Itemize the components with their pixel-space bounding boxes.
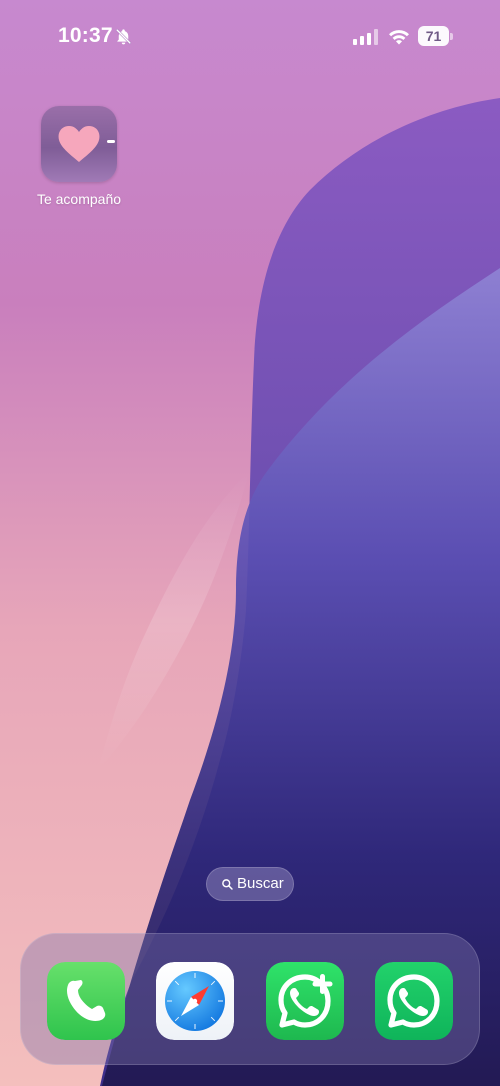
battery-cap (450, 33, 453, 40)
dock-app-phone[interactable] (47, 962, 125, 1040)
search-button[interactable]: Buscar (206, 867, 294, 901)
app-label: Te acompaño (36, 191, 122, 207)
search-label: Buscar (237, 875, 284, 892)
cellular-signal-icon (353, 29, 378, 45)
battery-level: 71 (425, 28, 442, 44)
safari-compass-icon (156, 962, 234, 1040)
battery-icon: 71 (418, 26, 454, 46)
phone-icon (47, 962, 125, 1040)
status-time: 10:37 (58, 24, 113, 47)
dock-app-whatsapp[interactable] (375, 962, 453, 1040)
app-te-acompano[interactable]: Te acompaño (30, 106, 128, 210)
whatsapp-plus-icon (266, 962, 344, 1040)
search-icon (222, 879, 233, 890)
wifi-icon (389, 30, 409, 45)
heart-icon (58, 126, 115, 162)
dock-app-whatsapp-business[interactable] (266, 962, 344, 1040)
bell-slash-icon (115, 28, 132, 45)
te-acompano-app-icon (41, 106, 117, 182)
dock (20, 933, 480, 1065)
status-bar: 10:37 71 (0, 0, 500, 72)
dock-app-safari[interactable] (156, 962, 234, 1040)
whatsapp-icon (375, 962, 453, 1040)
